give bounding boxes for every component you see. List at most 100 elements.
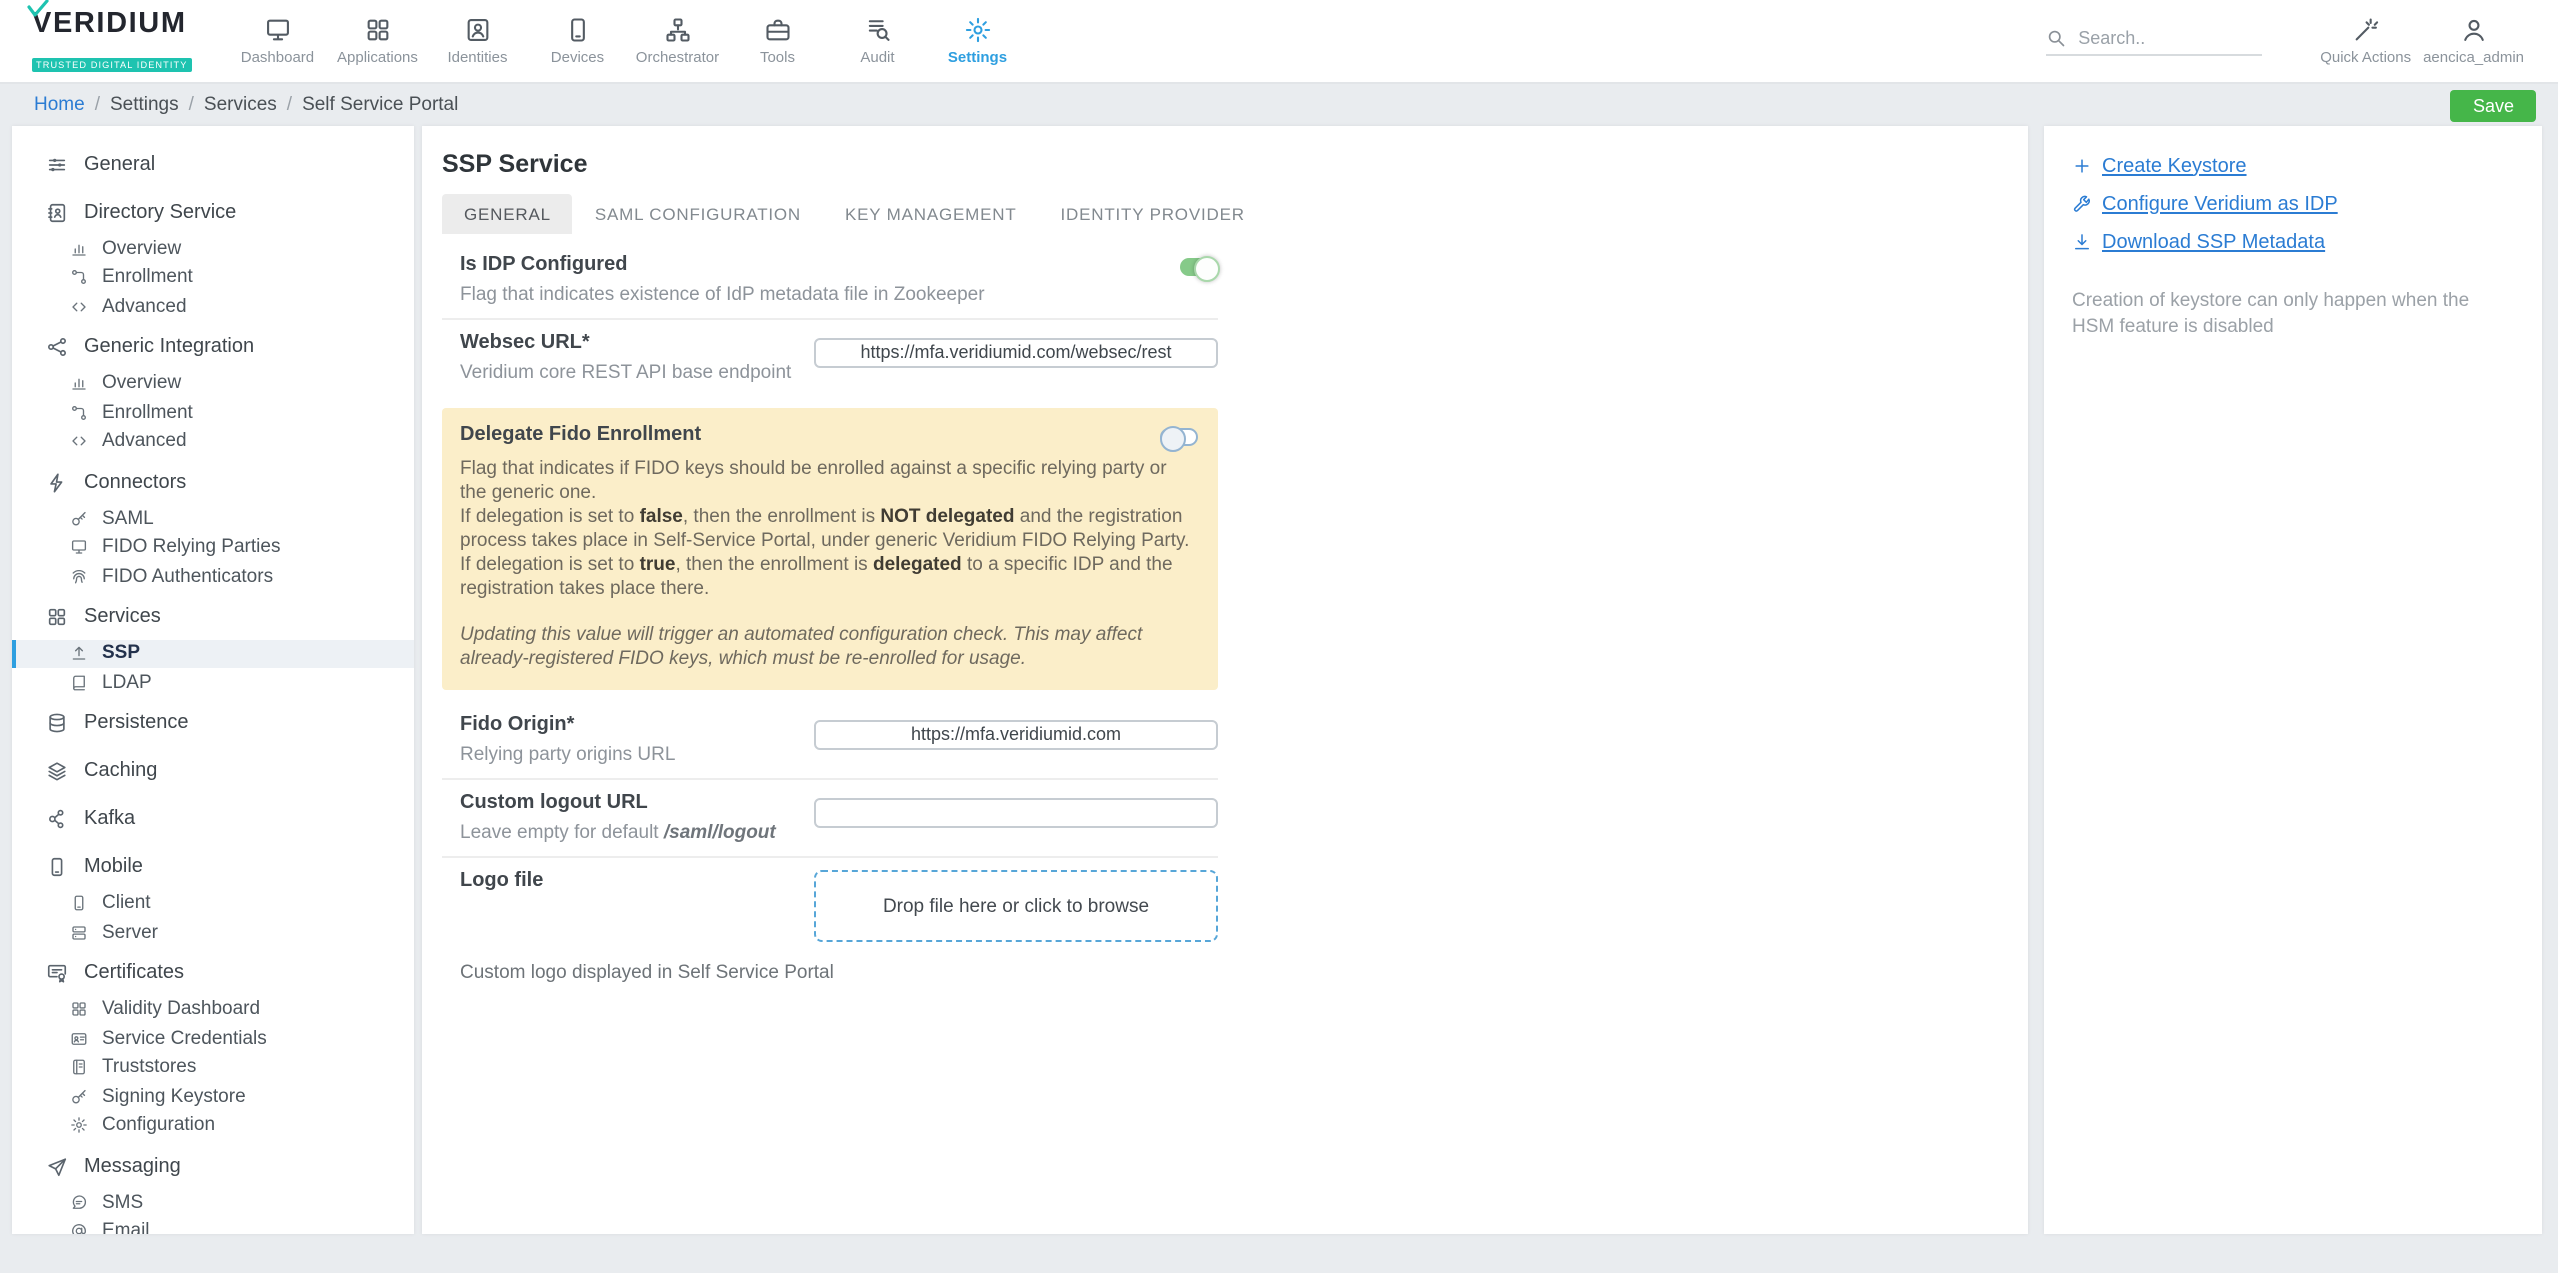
nav-item-dashboard[interactable]: Dashboard (227, 16, 327, 66)
sidebar-item-kafka[interactable]: Kafka (12, 797, 414, 841)
sidebar-item-messaging[interactable]: Messaging (12, 1144, 414, 1188)
breadcrumb-self-service-portal: Self Service Portal (302, 94, 458, 116)
nav-item-label: Orchestrator (636, 48, 719, 66)
tab-general[interactable]: GENERAL (442, 194, 573, 234)
sidebar-item-fido-authenticators[interactable]: FIDO Authenticators (12, 562, 414, 591)
action-download-ssp-metadata[interactable]: Download SSP Metadata (2072, 230, 2490, 254)
sidebar-item-label: LDAP (102, 672, 152, 694)
primary-navigation: Dashboard ApplicationsIdentitiesDevices Or… (227, 16, 1027, 66)
idp-configured-toggle[interactable] (1180, 258, 1218, 276)
sidebar-item-label: Kafka (84, 808, 135, 830)
tab-identity-provider[interactable]: IDENTITY PROVIDER (1039, 194, 1267, 234)
sidebar-item-enrollment[interactable]: Enrollment (12, 398, 414, 427)
breadcrumb-separator: / (95, 94, 100, 116)
sidebar-item-enrollment[interactable]: Enrollment (12, 263, 414, 292)
nav-item-label: Audit (860, 48, 894, 66)
nav-item-identities[interactable]: Identities (427, 16, 527, 66)
sidebar-item-ldap[interactable]: LDAP (12, 668, 414, 697)
delegate-description: Flag that indicates if FIDO keys should … (460, 458, 1198, 602)
sidebar-item-overview[interactable]: Overview (12, 369, 414, 398)
tab-key-management[interactable]: KEY MANAGEMENT (823, 194, 1039, 234)
sidebar-item-configuration[interactable]: Configuration (12, 1111, 414, 1140)
breadcrumb-services[interactable]: Services (204, 94, 277, 116)
action-create-keystore[interactable]: Create Keystore (2072, 154, 2490, 178)
sidebar-item-certificates[interactable]: Certificates (12, 951, 414, 995)
nav-item-devices[interactable]: Devices (527, 16, 627, 66)
websec-url-input[interactable] (814, 337, 1218, 367)
sidebar-item-label: Service Credentials (102, 1028, 267, 1050)
sidebar-item-fido-relying-parties[interactable]: FIDO Relying Parties (12, 533, 414, 562)
nav-item-label: Dashboard (241, 48, 314, 66)
sidebar-item-label: Persistence (84, 712, 189, 734)
save-button[interactable]: Save (2451, 89, 2536, 121)
navbar-right: Quick Actionsaencica_admin (2046, 16, 2530, 66)
nav-item-audit[interactable]: Audit (827, 16, 927, 66)
sidebar-item-caching[interactable]: Caching (12, 749, 414, 793)
sidebar-item-connectors[interactable]: Connectors (12, 460, 414, 504)
field-logo-file: Logo file Drop file here or click to bro… (442, 858, 1218, 954)
sidebar-item-overview[interactable]: Overview (12, 234, 414, 263)
chat-icon (70, 1194, 88, 1212)
sidebar-item-label: Overview (102, 238, 181, 260)
logo-dropzone[interactable]: Drop file here or click to browse (814, 870, 1218, 942)
sidebar-item-email[interactable]: Email (12, 1217, 414, 1234)
gear-icon (963, 16, 991, 44)
delegate-warning-note: Updating this value will trigger an auto… (460, 624, 1198, 672)
sidebar-item-generic-integration[interactable]: Generic Integration (12, 325, 414, 369)
sidebar-item-label: General (84, 153, 155, 175)
fido-origin-input[interactable] (814, 719, 1218, 749)
sidebar-item-service-credentials[interactable]: Service Credentials (12, 1024, 414, 1053)
address-book-icon (46, 201, 68, 223)
nav-item-tools[interactable]: Tools (727, 16, 827, 66)
sidebar-item-directory-service[interactable]: Directory Service (12, 190, 414, 234)
audit-icon (863, 16, 891, 44)
user-icon (2460, 16, 2488, 44)
sidebar-item-persistence[interactable]: Persistence (12, 701, 414, 745)
delegate-fido-enrollment-box: Delegate Fido Enrollment Flag that indic… (442, 408, 1218, 690)
action-configure-veridium-as-idp[interactable]: Configure Veridium as IDP (2072, 192, 2490, 216)
settings-sidebar: General Directory Service Overview Enrollme… (12, 126, 414, 1234)
chart-icon (70, 240, 88, 258)
code-icon (70, 298, 88, 316)
nav-item-aencica-admin[interactable]: aencica_admin (2417, 16, 2530, 66)
custom-logout-url-input[interactable] (814, 797, 1218, 827)
sidebar-item-advanced[interactable]: Advanced (12, 292, 414, 321)
navbar-user-actions: Quick Actionsaencica_admin (2314, 16, 2530, 66)
sidebar-item-label: SMS (102, 1192, 143, 1214)
sidebar-item-services[interactable]: Services (12, 595, 414, 639)
nav-item-settings[interactable]: Settings (927, 16, 1027, 66)
sidebar-item-label: Caching (84, 760, 157, 782)
sidebar-item-ssp[interactable]: SSP (12, 639, 414, 668)
id-card-icon (70, 1030, 88, 1048)
field-label: Delegate Fido Enrollment (460, 424, 701, 446)
field-description: Flag that indicates existence of IdP met… (460, 284, 1218, 306)
tab-saml-configuration[interactable]: SAML CONFIGURATION (573, 194, 823, 234)
sidebar-item-server[interactable]: Server (12, 918, 414, 947)
sidebar-item-validity-dashboard[interactable]: Validity Dashboard (12, 995, 414, 1024)
sidebar-item-label: Enrollment (102, 267, 193, 289)
orchestrator-icon (663, 16, 691, 44)
route-icon (70, 404, 88, 422)
sliders-icon (46, 153, 68, 175)
nav-item-applications[interactable]: Applications (327, 16, 427, 66)
breadcrumb-separator: / (287, 94, 292, 116)
sidebar-item-sms[interactable]: SMS (12, 1188, 414, 1217)
sidebar-item-signing-keystore[interactable]: Signing Keystore (12, 1082, 414, 1111)
sidebar-item-label: Enrollment (102, 402, 193, 424)
sidebar-item-mobile[interactable]: Mobile (12, 845, 414, 889)
sidebar-item-truststores[interactable]: Truststores (12, 1053, 414, 1082)
sidebar-item-label: Generic Integration (84, 336, 254, 358)
breadcrumb-settings[interactable]: Settings (110, 94, 179, 116)
delegate-fido-toggle[interactable] (1160, 428, 1198, 446)
sidebar-item-client[interactable]: Client (12, 889, 414, 918)
breadcrumb-home[interactable]: Home (34, 94, 85, 116)
search-input[interactable] (2078, 27, 2262, 47)
nav-item-orchestrator[interactable]: Orchestrator (627, 16, 727, 66)
content-area: General Directory Service Overview Enrollme… (0, 126, 2558, 1234)
sidebar-item-advanced[interactable]: Advanced (12, 427, 414, 456)
sidebar-item-general[interactable]: General (12, 142, 414, 186)
nav-item-quick-actions[interactable]: Quick Actions (2314, 16, 2417, 66)
sidebar-item-saml[interactable]: SAML (12, 504, 414, 533)
plus-icon (2072, 156, 2092, 176)
veridium-logo[interactable]: VERIDIUM TRUSTED DIGITAL IDENTITY (32, 5, 191, 77)
